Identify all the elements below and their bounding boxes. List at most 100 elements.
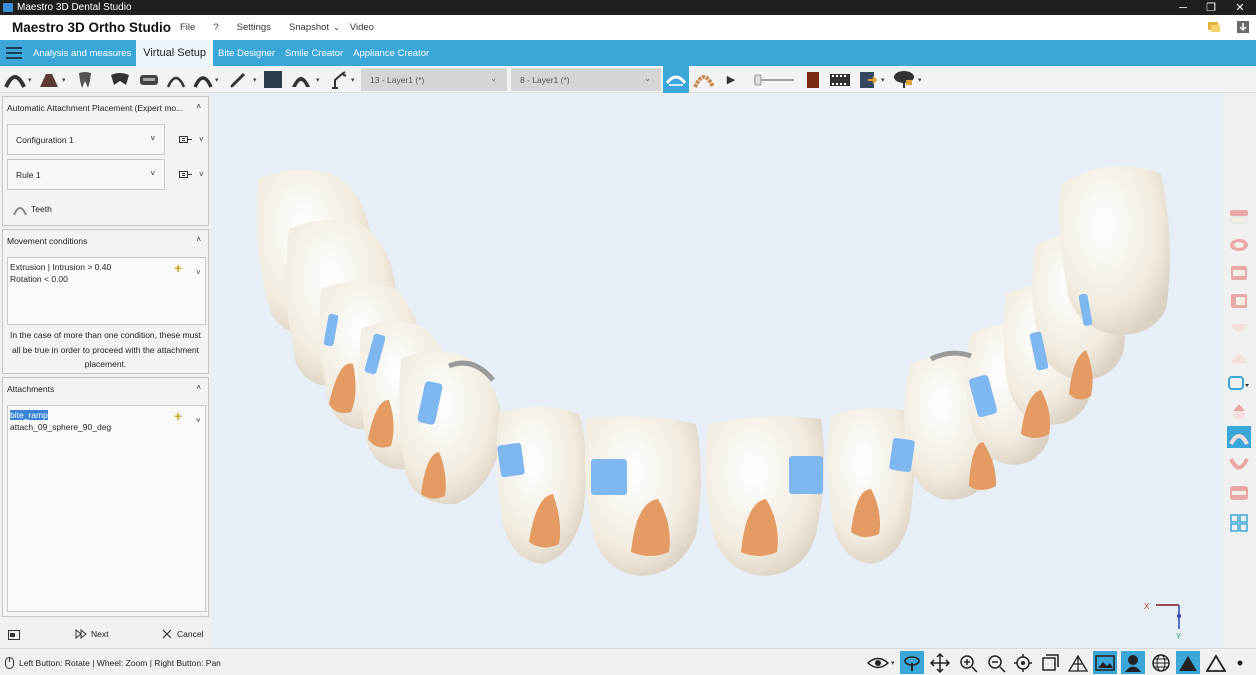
panel-dock-icon[interactable] <box>8 630 20 642</box>
upper-occlusal-icon[interactable] <box>1227 346 1251 368</box>
ortho-view-icon[interactable] <box>1038 651 1062 674</box>
menu-snapshot[interactable]: Snapshot <box>289 22 329 33</box>
movement-conditions-header[interactable]: Movement conditions ˄ <box>3 230 208 252</box>
add-attachment-button[interactable]: + <box>174 409 182 422</box>
rotate-view-icon[interactable] <box>1227 372 1251 394</box>
configuration-menu-caret-icon[interactable]: ˅ <box>199 135 204 144</box>
rule-select[interactable]: Rule 1 ˅ <box>7 159 165 190</box>
cancel-button[interactable]: Cancel <box>162 629 203 639</box>
upper-jaw-view-icon[interactable] <box>1227 206 1251 228</box>
arch-outline-icon[interactable] <box>165 70 187 89</box>
solid-shading-icon[interactable] <box>1176 651 1200 674</box>
lower-jaw-view-icon[interactable] <box>1227 454 1251 476</box>
condition-menu-caret-icon[interactable]: ˅ <box>196 267 201 279</box>
menu-video[interactable]: Video <box>350 22 374 33</box>
tab-appliance-creator[interactable]: Appliance Creator <box>348 40 434 66</box>
gingiva-icon[interactable] <box>37 70 61 89</box>
image-view-icon[interactable] <box>1093 651 1117 674</box>
x-axis-label: X <box>1144 602 1150 611</box>
configuration-select[interactable]: Configuration 1 ˅ <box>7 124 165 155</box>
snapshot-caret[interactable]: ⌄ <box>333 23 340 32</box>
grid-view-icon[interactable] <box>1227 512 1251 534</box>
attachment-item-selected[interactable]: bite_ramp <box>10 410 48 420</box>
grid-globe-icon[interactable] <box>1149 651 1173 674</box>
center-view-icon[interactable] <box>1011 651 1035 674</box>
arch-color-icon[interactable] <box>692 70 716 89</box>
robot-arm-caret-icon[interactable]: ▾ <box>351 76 355 84</box>
zoom-in-icon[interactable] <box>956 651 980 674</box>
3d-viewport[interactable]: X Y <box>211 94 1223 648</box>
model-base-icon[interactable] <box>289 70 313 89</box>
rule-menu-caret-icon[interactable]: ˅ <box>199 170 204 179</box>
tree-caret-icon[interactable]: ▾ <box>918 76 922 84</box>
tree-icon[interactable] <box>892 70 916 89</box>
gingiva-caret-icon[interactable]: ▾ <box>62 76 66 84</box>
filmstrip-icon[interactable] <box>829 70 851 89</box>
arch-icon[interactable] <box>3 70 27 89</box>
pen-icon[interactable] <box>228 70 250 89</box>
lateral-view-icon[interactable] <box>1227 290 1251 312</box>
restore-button[interactable]: ❐ <box>1197 0 1225 15</box>
arch-thick-caret-icon[interactable]: ▾ <box>215 76 219 84</box>
collapse-icon[interactable]: ˄ <box>196 383 201 392</box>
play-button[interactable]: ▶ <box>723 70 739 89</box>
menu-settings[interactable]: Settings <box>237 22 271 33</box>
zoom-out-icon[interactable] <box>984 651 1008 674</box>
face-profile-icon[interactable] <box>1121 651 1145 674</box>
more-options-icon[interactable] <box>1232 651 1248 674</box>
next-button[interactable]: Next <box>75 629 108 639</box>
lower-occlusal-icon[interactable] <box>1227 318 1251 340</box>
aligner-view-icon[interactable] <box>663 66 689 93</box>
wireframe-icon[interactable] <box>1066 651 1090 674</box>
attachment-placement-header[interactable]: Automatic Attachment Placement (Expert m… <box>3 97 208 119</box>
eye-icon[interactable] <box>866 651 890 674</box>
conditions-list[interactable]: Extrusion | Intrusion > 0.40 Rotation < … <box>7 257 206 325</box>
arch-thick-icon[interactable] <box>192 70 214 89</box>
minimize-button[interactable]: ─ <box>1169 0 1197 15</box>
collapse-icon[interactable]: ˄ <box>196 235 201 244</box>
eye-caret-icon[interactable]: ▾ <box>891 659 895 667</box>
up-view-icon[interactable] <box>1227 400 1251 422</box>
tab-analysis[interactable]: Analysis and measures <box>28 40 136 66</box>
teeth-selector[interactable]: Teeth <box>13 203 52 215</box>
configuration-settings-icon[interactable] <box>179 135 193 148</box>
attachments-list[interactable]: bite_ramp attach_09_sphere_90_deg + ˅ <box>7 405 206 612</box>
export-icon[interactable] <box>858 70 878 89</box>
bracket-icon[interactable] <box>137 70 161 89</box>
lower-layer-select[interactable]: 8 - Layer1 (*) ⌄ <box>511 68 661 91</box>
tab-smile-creator[interactable]: Smile Creator <box>280 40 348 66</box>
add-condition-button[interactable]: + <box>174 261 182 274</box>
tab-bite-designer[interactable]: Bite Designer <box>213 40 280 66</box>
dental-arch-model[interactable]: X Y <box>211 94 1223 648</box>
pan-tool-icon[interactable] <box>928 651 952 674</box>
tab-virtual-setup[interactable]: Virtual Setup <box>136 40 214 66</box>
report-icon[interactable] <box>804 70 822 89</box>
segmentation-icon[interactable] <box>108 70 132 89</box>
upper-layer-select[interactable]: 13 - Layer1 (*) ⌄ <box>361 68 507 91</box>
menu-help[interactable]: ? <box>213 22 218 33</box>
hamburger-menu-icon[interactable] <box>0 40 28 66</box>
rotate-tool-icon[interactable] <box>900 651 924 674</box>
animation-slider[interactable] <box>752 70 796 89</box>
model-base-caret-icon[interactable]: ▾ <box>316 76 320 84</box>
menu-file[interactable]: File <box>180 22 195 33</box>
closed-bite-icon[interactable] <box>1227 482 1251 504</box>
collapse-icon[interactable]: ˄ <box>196 102 201 111</box>
tooth-icon[interactable] <box>74 70 96 89</box>
bite-view-icon[interactable] <box>1227 234 1251 256</box>
close-button[interactable]: ✕ <box>1226 0 1254 15</box>
pen-caret-icon[interactable]: ▾ <box>253 76 257 84</box>
attachments-header[interactable]: Attachments ˄ <box>3 378 208 400</box>
rule-settings-icon[interactable] <box>179 170 193 183</box>
arch-caret-icon[interactable]: ▾ <box>28 76 32 84</box>
export-caret-icon[interactable]: ▾ <box>881 76 885 84</box>
attachment-menu-caret-icon[interactable]: ˅ <box>196 415 201 427</box>
robot-arm-icon[interactable] <box>327 70 349 89</box>
frontal-view-icon[interactable] <box>1227 262 1251 284</box>
both-jaws-view-icon[interactable] <box>1227 426 1251 448</box>
outline-shading-icon[interactable] <box>1204 651 1228 674</box>
configuration-chevron-down-icon: ˅ <box>150 134 155 143</box>
base-icon[interactable] <box>262 70 284 89</box>
download-icon[interactable] <box>1236 20 1250 34</box>
chat-icon[interactable] <box>1207 20 1221 34</box>
